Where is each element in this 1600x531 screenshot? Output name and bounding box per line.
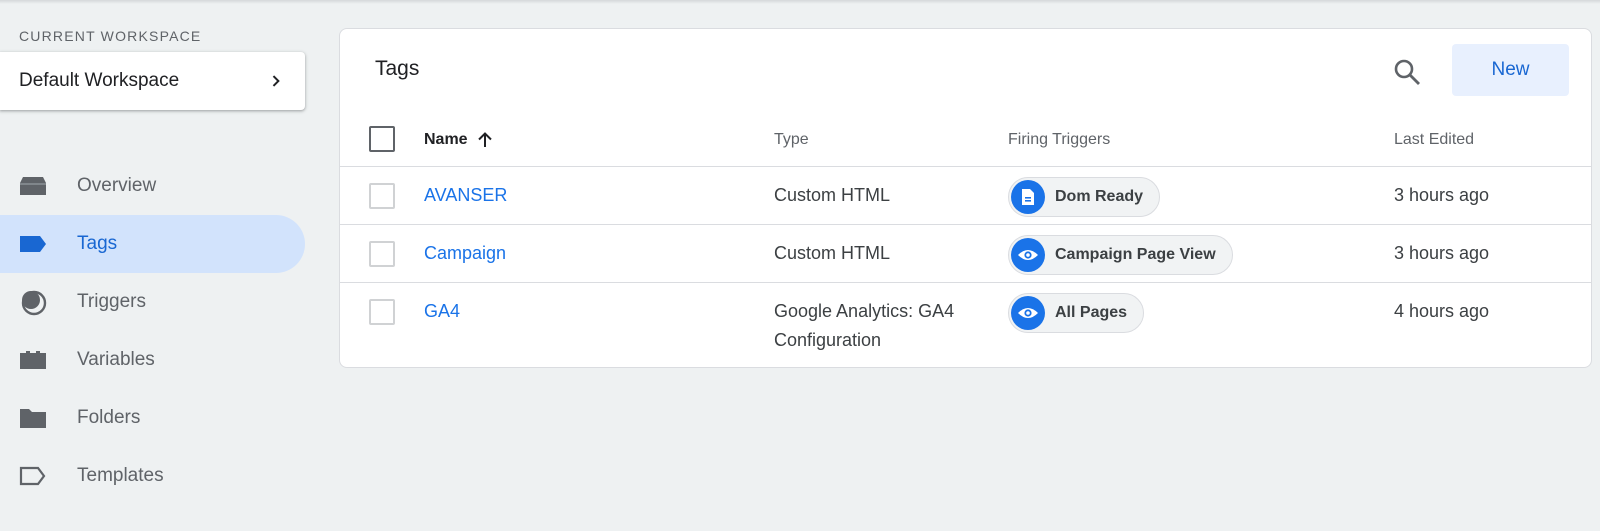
new-tag-button[interactable]: New <box>1452 44 1569 96</box>
tag-name-link[interactable]: Campaign <box>424 239 506 268</box>
sidebar-item-variables[interactable]: Variables <box>0 331 305 389</box>
workspace-section-label: CURRENT WORKSPACE <box>19 28 202 44</box>
select-all-checkbox[interactable] <box>369 126 395 152</box>
arrow-up-icon <box>477 131 492 147</box>
column-header-last-edited[interactable]: Last Edited <box>1394 125 1474 154</box>
trigger-chip-label: Dom Ready <box>1055 188 1144 205</box>
last-edited: 3 hours ago <box>1394 185 1490 205</box>
sidebar-item-label: Folders <box>77 407 141 428</box>
table-row[interactable]: AVANSER Custom HTML Dom Ready 3 hours ag… <box>340 167 1591 225</box>
trigger-chip[interactable]: Campaign Page View <box>1008 235 1233 275</box>
sidebar-item-overview[interactable]: Overview <box>0 157 305 215</box>
row-checkbox[interactable] <box>369 299 395 325</box>
sidebar-item-triggers[interactable]: Triggers <box>0 273 305 331</box>
tag-name-link[interactable]: AVANSER <box>424 181 507 210</box>
column-header-triggers[interactable]: Firing Triggers <box>1008 125 1110 154</box>
row-checkbox[interactable] <box>369 241 395 267</box>
variables-icon <box>18 348 48 372</box>
tag-icon <box>18 232 48 256</box>
tag-type: Custom HTML <box>774 243 891 263</box>
tag-type: Custom HTML <box>774 185 891 205</box>
table-header: Name Type Firing Triggers Last Edited <box>340 111 1591 167</box>
search-icon <box>1394 59 1420 85</box>
document-icon <box>1011 180 1045 214</box>
folder-icon <box>18 406 48 430</box>
trigger-chip-label: Campaign Page View <box>1055 246 1216 263</box>
column-header-name[interactable]: Name <box>424 125 494 154</box>
table-row[interactable]: GA4 Google Analytics: GA4 Configuration … <box>340 283 1591 365</box>
tag-name-link[interactable]: GA4 <box>424 297 460 326</box>
sidebar-item-label: Tags <box>77 233 118 254</box>
tag-type: Google Analytics: GA4 Configuration <box>774 301 955 350</box>
workspace-selector[interactable]: Default Workspace <box>0 52 305 110</box>
page-title: Tags <box>375 57 420 80</box>
template-icon <box>18 464 48 488</box>
row-checkbox[interactable] <box>369 183 395 209</box>
sidebar-nav: Overview Tags Triggers Variables Folders… <box>0 157 305 505</box>
top-shadow <box>0 0 1600 4</box>
last-edited: 3 hours ago <box>1394 243 1490 263</box>
eye-icon <box>1011 238 1045 272</box>
overview-icon <box>18 174 48 198</box>
column-header-type[interactable]: Type <box>774 125 994 154</box>
workspace-name: Default Workspace <box>19 70 180 91</box>
sidebar-item-label: Triggers <box>77 291 146 312</box>
chevron-right-icon <box>272 75 280 87</box>
tags-panel: Tags New Name Type Firing Triggers Last … <box>339 28 1592 368</box>
search-button[interactable] <box>1390 55 1424 89</box>
tags-table: Name Type Firing Triggers Last Edited AV… <box>340 111 1591 365</box>
sidebar-item-label: Overview <box>77 175 157 196</box>
trigger-chip-label: All Pages <box>1055 304 1128 321</box>
sidebar-item-label: Templates <box>77 465 164 486</box>
sidebar-item-templates[interactable]: Templates <box>0 447 305 505</box>
last-edited: 4 hours ago <box>1394 301 1490 321</box>
sidebar-item-tags[interactable]: Tags <box>0 215 305 273</box>
eye-icon <box>1011 296 1045 330</box>
column-header-label: Name <box>424 131 468 148</box>
table-row[interactable]: Campaign Custom HTML Campaign Page View … <box>340 225 1591 283</box>
trigger-chip[interactable]: All Pages <box>1008 293 1145 333</box>
trigger-icon <box>18 290 48 316</box>
sidebar-item-folders[interactable]: Folders <box>0 389 305 447</box>
sidebar-item-label: Variables <box>77 349 155 370</box>
trigger-chip[interactable]: Dom Ready <box>1008 177 1161 217</box>
